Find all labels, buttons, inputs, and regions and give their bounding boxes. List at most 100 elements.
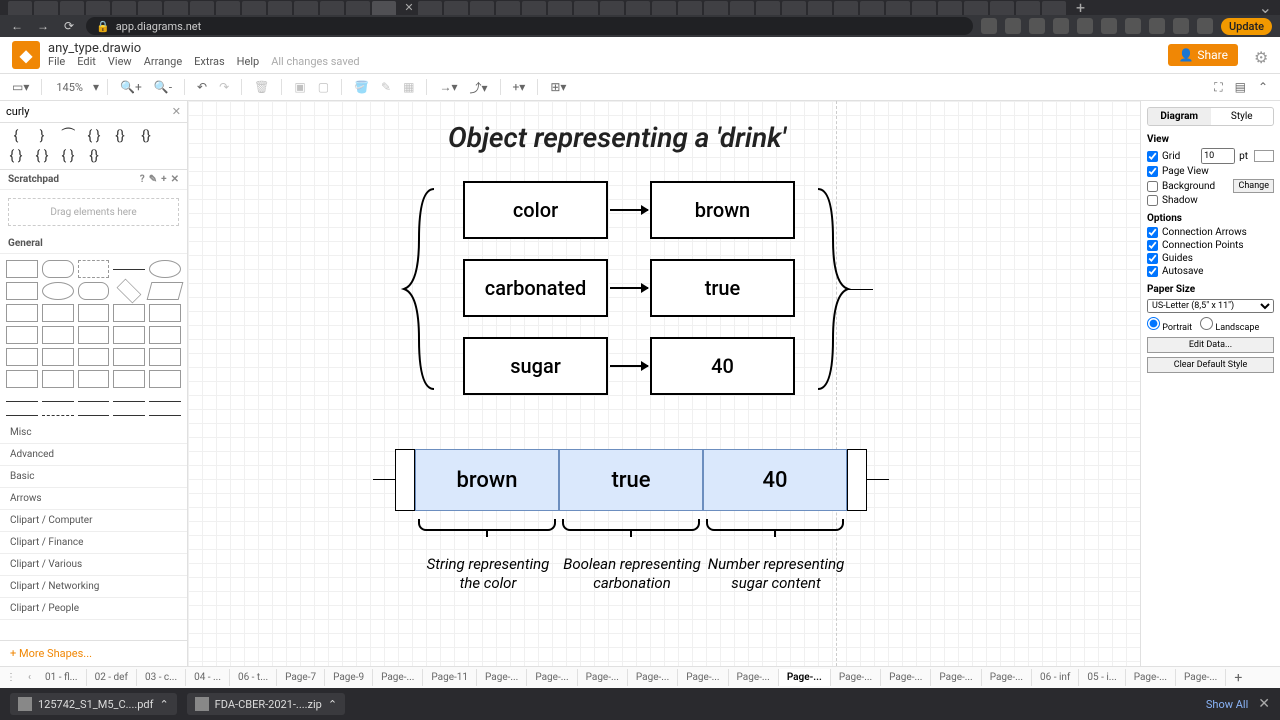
under-brace[interactable] (562, 519, 700, 531)
line-shape[interactable] (42, 415, 74, 416)
add-page-button[interactable]: + (1226, 670, 1250, 686)
settings-icon[interactable]: ⚙ (1254, 48, 1268, 62)
page-setup-button[interactable]: ▭▾ (8, 78, 33, 96)
process-shape[interactable] (78, 282, 110, 300)
menu-view[interactable]: View (108, 56, 132, 68)
close-download-bar[interactable]: ✕ (1258, 696, 1270, 712)
step-shape[interactable] (78, 326, 110, 344)
format-panel-icon[interactable]: ▤ (1231, 78, 1250, 97)
page-tab[interactable]: Page-... (373, 669, 423, 686)
category-item[interactable]: Arrows (0, 488, 187, 510)
brace-shape[interactable]: {} (136, 129, 156, 143)
browser-tab[interactable] (138, 1, 162, 15)
and-shape[interactable] (6, 370, 38, 388)
browser-tab[interactable] (886, 1, 910, 15)
browser-tab[interactable] (704, 1, 728, 15)
waypoint-button[interactable]: ⤴▾ (465, 77, 491, 98)
container-shape[interactable] (149, 370, 181, 388)
browser-tab[interactable] (912, 1, 936, 15)
extension-icon[interactable] (1149, 18, 1165, 34)
to-front-button[interactable]: ▣ (290, 78, 309, 96)
grid-size-input[interactable] (1201, 148, 1235, 164)
brace-shape[interactable]: { } (32, 149, 52, 163)
browser-tab[interactable] (600, 1, 624, 15)
table-button[interactable]: ⊞▾ (546, 78, 570, 96)
browser-tab[interactable] (60, 1, 84, 15)
category-item[interactable]: Basic (0, 466, 187, 488)
browser-tab[interactable] (652, 1, 676, 15)
page-tab[interactable]: Page-... (678, 669, 728, 686)
menu-extras[interactable]: Extras (194, 56, 224, 68)
browser-tab[interactable] (8, 1, 32, 15)
page-tab[interactable]: Page-... (1176, 669, 1226, 686)
url-bar[interactable]: 🔒 app.diagrams.net (86, 17, 973, 35)
hexagon-shape[interactable] (6, 304, 38, 322)
browser-tab[interactable] (470, 1, 494, 15)
arrow-shape[interactable] (113, 401, 145, 402)
brace-shape[interactable]: { } (58, 149, 78, 163)
square-shape[interactable] (6, 282, 38, 300)
category-item[interactable]: Advanced (0, 444, 187, 466)
page-tab[interactable]: Page-... (477, 669, 527, 686)
caption[interactable]: String representing the color (418, 555, 558, 593)
shadow-checkbox[interactable] (1147, 195, 1158, 206)
fullscreen-icon[interactable]: ⛶ (1210, 78, 1226, 97)
forward-button[interactable]: → (34, 19, 52, 33)
browser-tab[interactable] (86, 1, 110, 15)
page-tab[interactable]: Page-9 (325, 669, 373, 686)
connection-button[interactable]: →▾ (435, 78, 461, 96)
browser-tab[interactable] (496, 1, 520, 15)
page-tab[interactable]: Page-11 (423, 669, 477, 686)
insert-button[interactable]: +▾ (509, 78, 530, 96)
browser-tab[interactable] (1042, 1, 1066, 15)
page-tab[interactable]: Page-... (729, 669, 779, 686)
arrow[interactable] (610, 287, 648, 289)
card-shape[interactable] (42, 348, 74, 366)
browser-tab[interactable] (294, 1, 318, 15)
edit-data-button[interactable]: Edit Data... (1147, 337, 1274, 353)
connector[interactable] (867, 479, 889, 480)
page-tab[interactable]: Page-... (779, 669, 831, 686)
new-tab-button[interactable]: + (1076, 0, 1085, 15)
document-shape[interactable] (149, 304, 181, 322)
array-bracket[interactable] (395, 449, 415, 511)
close-icon[interactable]: ✕ (171, 174, 179, 185)
reload-button[interactable]: ⟳ (60, 19, 78, 33)
zoom-in-icon[interactable]: 🔍+ (116, 78, 146, 96)
browser-tab[interactable] (190, 1, 214, 15)
key-box[interactable]: color (463, 181, 608, 239)
browser-tab[interactable] (444, 1, 468, 15)
pageview-checkbox[interactable] (1147, 166, 1158, 177)
container-shape[interactable] (78, 370, 110, 388)
browser-tab[interactable] (990, 1, 1014, 15)
browser-tab[interactable] (268, 1, 292, 15)
chevron-up-icon[interactable]: ⌃ (159, 698, 168, 711)
line-shape[interactable] (113, 415, 145, 416)
arrow-shape[interactable] (6, 401, 38, 402)
portrait-radio[interactable] (1147, 317, 1160, 330)
undo-button[interactable]: ↶ (193, 78, 211, 96)
show-all-downloads[interactable]: Show All (1206, 698, 1248, 711)
text-shape[interactable] (78, 260, 110, 278)
clear-search-icon[interactable]: ✕ (172, 105, 181, 118)
caption[interactable]: Boolean representing carbonation (562, 555, 702, 593)
browser-tab[interactable] (522, 1, 546, 15)
value-box[interactable]: brown (650, 181, 795, 239)
cloud-shape[interactable] (113, 304, 145, 322)
change-bg-button[interactable]: Change (1233, 179, 1274, 193)
rounded-rect-shape[interactable] (42, 260, 74, 278)
line-shape[interactable] (113, 269, 145, 270)
extension-icon[interactable] (1053, 18, 1069, 34)
parallelogram-shape[interactable] (147, 282, 184, 300)
background-checkbox[interactable] (1147, 181, 1158, 192)
arrow[interactable] (610, 209, 648, 211)
grid-color-swatch[interactable] (1254, 150, 1274, 162)
browser-tab[interactable] (964, 1, 988, 15)
browser-tab[interactable] (372, 1, 396, 15)
browser-tab[interactable] (320, 1, 344, 15)
close-tab-icon[interactable]: ✕ (402, 1, 416, 15)
guides-checkbox[interactable] (1147, 253, 1158, 264)
value-box[interactable]: true (650, 259, 795, 317)
diagram-title[interactable]: Object representing a 'drink' (448, 121, 786, 154)
connector[interactable] (373, 479, 395, 480)
